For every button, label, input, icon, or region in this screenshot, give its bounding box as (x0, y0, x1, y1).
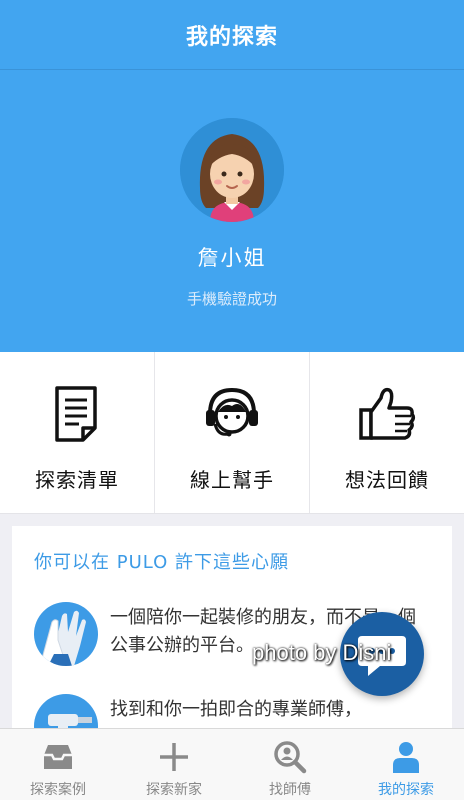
wishes-title: 你可以在 PULO 許下這些心願 (34, 552, 290, 573)
wish-text: 找到和你一拍即合的專業師傅， (110, 699, 362, 720)
drill-tool-icon (34, 694, 98, 728)
plus-icon (160, 743, 188, 771)
tab-label: 探索新家 (146, 782, 202, 798)
quick-action-label: 想法回饋 (345, 468, 429, 492)
wish-item[interactable]: 找到和你一拍即合的專業師傅， (34, 694, 434, 728)
high-five-icon (34, 602, 98, 666)
quick-action-label: 探索清單 (35, 468, 119, 492)
tab-find-master[interactable]: 找師傅 (232, 729, 348, 800)
avatar[interactable] (180, 118, 284, 222)
verification-status: 手機驗證成功 (186, 290, 277, 308)
user-name: 詹小姐 (197, 246, 267, 270)
quick-action-feedback[interactable]: 想法回饋 (310, 352, 464, 513)
page-title: 我的探索 (185, 24, 278, 50)
tab-explore-new-home[interactable]: 探索新家 (116, 729, 232, 800)
tab-explore-cases[interactable]: 探索案例 (0, 729, 116, 800)
tab-label: 我的探索 (378, 782, 434, 798)
photo-watermark: photo by Disni (252, 640, 392, 665)
bottom-tab-bar: 探索案例 探索新家 找師傅 我的探索 (0, 728, 464, 800)
tab-label: 探索案例 (30, 782, 86, 798)
inbox-icon (44, 745, 72, 769)
quick-action-exploration-list[interactable]: 探索清單 (0, 352, 155, 513)
headset-support-icon (206, 387, 258, 437)
user-icon (393, 742, 419, 773)
top-bar: 我的探索 (0, 0, 464, 70)
thumbs-up-icon (359, 387, 416, 440)
quick-action-online-helper[interactable]: 線上幫手 (155, 352, 310, 513)
profile-section: 詹小姐 手機驗證成功 (0, 70, 464, 352)
tab-label: 找師傅 (269, 782, 311, 798)
document-icon (55, 386, 97, 442)
tab-my-exploration[interactable]: 我的探索 (348, 729, 464, 800)
quick-action-label: 線上幫手 (190, 468, 274, 492)
search-person-icon (274, 741, 307, 774)
quick-actions: 探索清單 線上幫手 想法回饋 (0, 352, 464, 514)
girl-avatar-icon (180, 118, 284, 222)
